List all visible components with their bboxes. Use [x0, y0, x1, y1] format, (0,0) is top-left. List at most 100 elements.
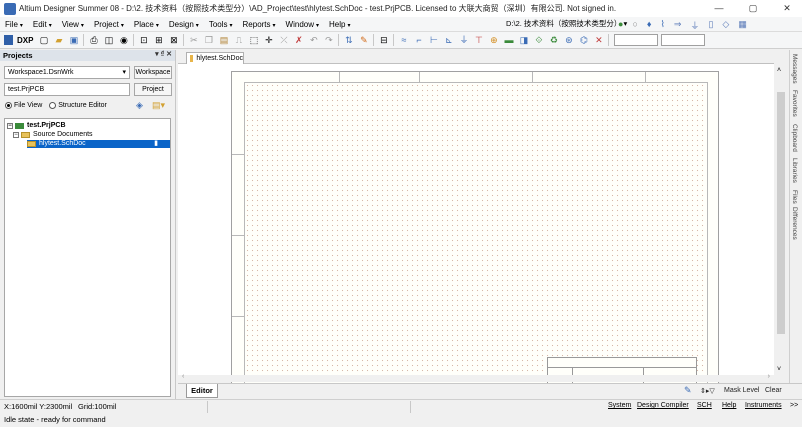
component-icon[interactable]: ◉ — [118, 35, 129, 46]
new-icon[interactable]: ▢ — [38, 35, 49, 46]
collapse-icon[interactable]: − — [7, 123, 13, 129]
filter-combo[interactable] — [614, 34, 659, 46]
minimize-button[interactable]: — — [706, 2, 732, 15]
wire-icon[interactable]: ≈ — [398, 35, 409, 46]
tab-hlytest-schdoc[interactable]: hlytest.SchDoc — [186, 52, 244, 64]
home-icon[interactable]: ♦ — [647, 19, 652, 32]
sheet-drawing-area[interactable] — [244, 82, 708, 388]
preview-icon[interactable]: ◫ — [103, 35, 114, 46]
sheet-bus-icon[interactable]: ⌬ — [578, 35, 589, 46]
menu-place[interactable]: Place ▾ — [129, 20, 164, 29]
move-icon[interactable]: ✛ — [263, 35, 274, 46]
tree-project-node[interactable]: − test.PrjPCB — [7, 122, 66, 130]
project-options-icon[interactable]: ▤▾ — [152, 100, 165, 111]
part-icon[interactable]: ⊕ — [488, 35, 499, 46]
menu-help[interactable]: Help ▾ — [324, 20, 355, 29]
menu-window[interactable]: Window ▾ — [281, 20, 324, 29]
menu-reports[interactable]: Reports ▾ — [238, 20, 281, 29]
close-button[interactable]: ✕ — [774, 2, 800, 15]
collapse-icon[interactable]: − — [13, 132, 19, 138]
panel-sch[interactable]: SCH — [697, 402, 712, 409]
dock-tab-libraries[interactable]: Libraries — [791, 158, 798, 183]
copy-icon[interactable]: ❐ — [203, 35, 214, 46]
bus-entry-icon[interactable]: ⊢ — [428, 35, 439, 46]
project-field[interactable]: test.PrjPCB — [4, 83, 130, 96]
net-label-icon[interactable]: ⊾ — [443, 35, 454, 46]
cross-probe-icon[interactable]: ⇅ — [343, 35, 354, 46]
schematic-sheet[interactable] — [231, 71, 719, 389]
graph-icon[interactable]: ⌇ — [660, 19, 664, 32]
select-area-icon[interactable]: ⬚ — [248, 35, 259, 46]
sheet-entry-icon[interactable]: ◨ — [518, 35, 529, 46]
dxp-button[interactable]: DXP — [17, 36, 33, 45]
panel-controls[interactable]: ▾ ₫ ✕ — [155, 50, 172, 58]
shape-tool-icon[interactable]: ◇ — [722, 19, 729, 32]
close-x-icon[interactable]: ✕ — [593, 35, 604, 46]
bus-icon[interactable]: ⌐ — [413, 35, 424, 46]
horizontal-scrollbar[interactable]: ‹ › — [178, 373, 774, 382]
menu-design[interactable]: Design ▾ — [164, 20, 204, 29]
menu-project[interactable]: Project ▾ — [89, 20, 129, 29]
structure-editor-radio[interactable]: Structure Editor — [49, 102, 107, 109]
schematic-canvas[interactable] — [178, 64, 774, 389]
forward-icon[interactable]: ○ — [632, 19, 637, 32]
compile-icon[interactable]: ◈ — [136, 100, 143, 111]
scroll-right-icon[interactable]: › — [768, 373, 770, 380]
rubber-stamp-icon[interactable]: ⎍ — [233, 35, 244, 46]
browse-icon[interactable]: ⊟ — [378, 35, 389, 46]
panel-system[interactable]: System — [608, 402, 631, 409]
panel-help[interactable]: Help — [722, 402, 736, 409]
pin-tool-icon[interactable]: ▯ — [708, 19, 713, 32]
tree-folder-node[interactable]: − Source Documents — [13, 131, 93, 139]
no-erc-icon[interactable]: ♻ — [548, 35, 559, 46]
filter-arrows-icon[interactable]: ⇕▸▽ — [700, 387, 715, 395]
menu-edit[interactable]: Edit ▾ — [28, 20, 57, 29]
dock-tab-differences[interactable]: Differences — [791, 207, 798, 240]
deselect-icon[interactable]: ⤫ — [278, 35, 289, 46]
project-button[interactable]: Project — [134, 83, 172, 96]
clear-button[interactable]: Clear — [765, 387, 782, 394]
paste-icon[interactable]: ▤ — [218, 35, 229, 46]
tab-editor[interactable]: Editor — [186, 384, 218, 398]
print-icon[interactable]: ⎙ — [88, 35, 99, 46]
dxp-logo-icon[interactable] — [4, 35, 13, 45]
dock-tab-messages[interactable]: Messages — [791, 54, 798, 84]
redo-icon[interactable]: ↷ — [323, 35, 334, 46]
panel-design-compiler[interactable]: Design Compiler — [637, 402, 689, 409]
cut-icon[interactable]: ✂ — [188, 35, 199, 46]
port-icon[interactable]: ⟐ — [533, 35, 544, 46]
maximize-button[interactable]: ▢ — [740, 2, 766, 15]
panel-instruments[interactable]: Instruments — [745, 402, 782, 409]
gnd-icon[interactable]: ⏚ — [458, 35, 469, 46]
menu-view[interactable]: View ▾ — [57, 20, 89, 29]
vertical-scrollbar[interactable]: ˄ ˅ — [774, 64, 788, 382]
sheet-symbol-icon[interactable]: ▬ — [503, 35, 514, 46]
directive-icon[interactable]: ⊛ — [563, 35, 574, 46]
power-tool-icon[interactable]: ⏚ — [690, 19, 699, 32]
dock-tab-clipboard[interactable]: Clipboard — [791, 124, 798, 152]
tree-document-node[interactable]: hlytest.SchDoc ▮ — [27, 140, 170, 148]
fit-icon[interactable]: ⊡ — [138, 35, 149, 46]
vcc-icon[interactable]: ⊤ — [473, 35, 484, 46]
scroll-down-icon[interactable]: ˅ — [777, 366, 781, 373]
scroll-up-icon[interactable]: ˄ — [777, 67, 781, 74]
file-view-radio[interactable]: File View — [5, 102, 42, 109]
zoom-select-icon[interactable]: ⊠ — [168, 35, 179, 46]
panel-more[interactable]: >> — [790, 402, 798, 409]
scroll-left-icon[interactable]: ‹ — [182, 373, 184, 380]
menu-tools[interactable]: Tools ▾ — [204, 20, 238, 29]
highlight-icon[interactable]: ✎ — [358, 35, 369, 46]
mask-combo[interactable] — [661, 34, 706, 46]
pen-icon[interactable]: ✎ — [684, 385, 692, 396]
grid-tool-icon[interactable]: ▦ — [738, 19, 747, 32]
zoom-area-icon[interactable]: ⊞ — [153, 35, 164, 46]
workspace-dropdown[interactable]: Workspace1.DsnWrk ▾ — [4, 66, 130, 79]
save-icon[interactable]: ▣ — [68, 35, 79, 46]
mask-level-button[interactable]: Mask Level — [724, 387, 759, 394]
menu-file[interactable]: File ▾ — [0, 20, 28, 29]
dock-tab-files[interactable]: Files — [791, 190, 798, 204]
vertical-scroll-thumb[interactable] — [777, 92, 785, 334]
clear-filter-icon[interactable]: ✗ — [293, 35, 304, 46]
bus-tool-icon[interactable]: ⇒ — [674, 19, 682, 32]
dock-tab-favorites[interactable]: Favorites — [791, 90, 798, 117]
